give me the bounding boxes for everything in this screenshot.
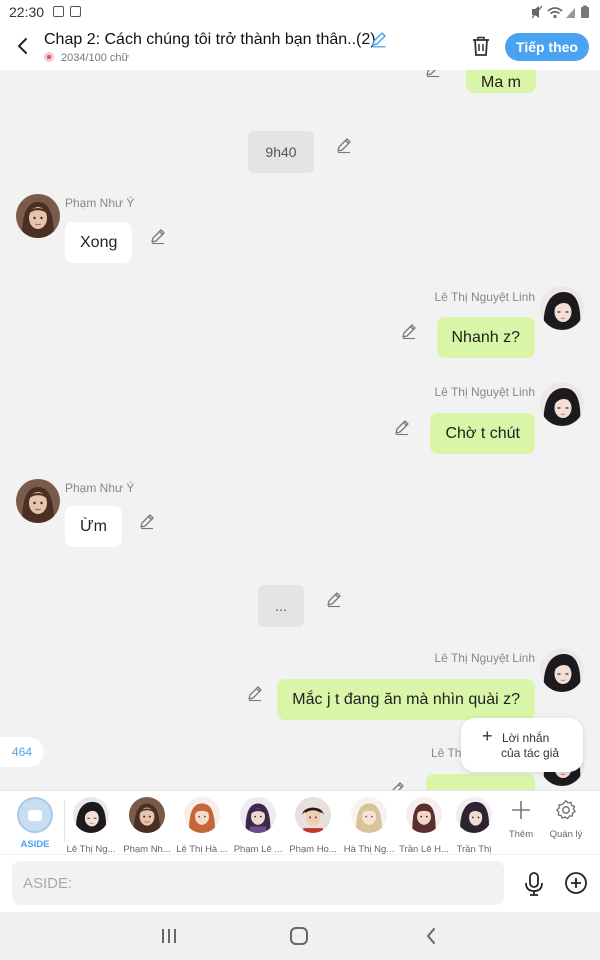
message-bubble[interactable] bbox=[426, 774, 535, 790]
character-label: Trần Thị bbox=[456, 844, 492, 855]
gear-icon bbox=[556, 800, 576, 820]
character-label: Hà Thị Ng... bbox=[343, 844, 395, 855]
status-indicators-icon bbox=[531, 5, 589, 19]
avatar bbox=[456, 797, 492, 833]
edit-message-pencil-icon[interactable] bbox=[393, 418, 411, 436]
edit-message-pencil-icon[interactable] bbox=[149, 227, 167, 245]
character-tran-thi[interactable]: Trần Thị bbox=[446, 797, 502, 855]
character-label: Phạm Nh... bbox=[123, 844, 171, 855]
author-note-line2: của tác giả bbox=[501, 746, 560, 760]
add-label: Thêm bbox=[508, 829, 534, 840]
manage-label: Quản lý bbox=[549, 829, 583, 840]
edit-message-pencil-icon[interactable] bbox=[335, 136, 353, 154]
edit-message-pencil-icon[interactable] bbox=[325, 590, 343, 608]
avatar-pham-nhu-y[interactable] bbox=[16, 194, 60, 238]
character-ha-thi-ng[interactable]: Hà Thị Ng... bbox=[341, 797, 397, 855]
character-label: ASIDE bbox=[20, 839, 50, 850]
avatar bbox=[129, 797, 165, 833]
edit-message-pencil-icon[interactable] bbox=[400, 322, 418, 340]
avatar bbox=[240, 797, 276, 833]
message-bubble[interactable]: Nhanh z? bbox=[436, 317, 535, 358]
recents-icon[interactable] bbox=[160, 928, 178, 944]
word-count-text: 2034/100 chữ bbox=[61, 52, 129, 64]
avatar bbox=[184, 797, 220, 833]
avatar-le-thi-nguyet-linh[interactable] bbox=[540, 286, 584, 330]
next-button[interactable]: Tiếp theo bbox=[505, 33, 589, 61]
manage-button[interactable]: Quản lý bbox=[546, 799, 586, 840]
avatar-le-thi-nguyet-linh[interactable] bbox=[540, 648, 584, 692]
sender-name: Phạm Như Ý bbox=[65, 196, 135, 210]
character-aside[interactable]: ASIDE bbox=[7, 797, 63, 850]
back-arrow-icon[interactable] bbox=[10, 32, 36, 60]
avatar bbox=[295, 797, 331, 833]
avatar bbox=[351, 797, 387, 833]
sender-name: Phạm Như Ý bbox=[65, 481, 135, 495]
character-tran-le-h[interactable]: Trần Lê H... bbox=[396, 797, 452, 855]
edit-message-pencil-icon[interactable] bbox=[246, 684, 264, 702]
message-count-badge[interactable]: 464 bbox=[0, 737, 44, 767]
character-pham-ho[interactable]: Phạm Ho... bbox=[285, 797, 341, 855]
sender-name: Lê Thị Nguyệt Linh bbox=[434, 385, 535, 399]
message-bubble[interactable]: Xong bbox=[65, 222, 133, 263]
ellipsis-bubble[interactable]: ... bbox=[258, 585, 304, 627]
character-pham-nh[interactable]: Phạm Nh... bbox=[119, 797, 175, 855]
plus-circle-icon[interactable] bbox=[564, 871, 588, 895]
system-navigation-bar bbox=[0, 912, 600, 960]
word-count: 2034/100 chữ bbox=[44, 52, 129, 64]
nav-back-icon[interactable] bbox=[424, 926, 438, 946]
app-notification-icon bbox=[70, 6, 81, 17]
trash-icon[interactable] bbox=[470, 35, 492, 57]
sender-name: Lê Thị Nguyệt Linh bbox=[434, 651, 535, 665]
author-note-button[interactable]: + Lời nhắn của tác giả bbox=[461, 718, 583, 772]
edit-message-pencil-icon[interactable] bbox=[138, 512, 156, 530]
avatar bbox=[73, 797, 109, 833]
time-marker-bubble[interactable]: 9h40 bbox=[248, 131, 314, 173]
edit-title-pencil-icon[interactable] bbox=[370, 30, 388, 48]
character-pham-le[interactable]: Phạm Lê ... bbox=[230, 797, 286, 855]
avatar-pham-nhu-y[interactable] bbox=[16, 479, 60, 523]
author-note-line1: Lời nhắn bbox=[502, 731, 550, 745]
app-header: Chap 2: Cách chúng tôi trở thành bạn thâ… bbox=[0, 24, 600, 70]
status-time: 22:30 bbox=[9, 4, 45, 20]
character-label: Lê Thị Ng... bbox=[66, 844, 116, 855]
edit-message-pencil-icon[interactable] bbox=[424, 70, 442, 78]
avatar-le-thi-nguyet-linh[interactable] bbox=[540, 382, 584, 426]
plus-icon: + bbox=[482, 726, 493, 746]
message-text: Mắc j t đang ăn mà nhìn quài z? bbox=[292, 691, 520, 708]
character-le-thi-ng[interactable]: Lê Thị Ng... bbox=[63, 797, 119, 855]
edit-message-pencil-icon[interactable] bbox=[388, 780, 406, 790]
character-label: Phạm Ho... bbox=[289, 844, 337, 855]
status-bar: 22:30 bbox=[0, 0, 600, 24]
plus-icon bbox=[512, 801, 530, 819]
aside-avatar-icon bbox=[17, 797, 53, 833]
character-selector-bar: ASIDE Lê Thị Ng... Phạm Nh... Lê Thị Hà … bbox=[0, 790, 600, 855]
message-bubble[interactable]: Mắc j t đang ăn mà nhìn quài z? bbox=[277, 679, 535, 720]
character-label: Lê Thị Hà ... bbox=[176, 844, 228, 855]
compose-bar bbox=[0, 855, 600, 912]
gallery-notification-icon bbox=[53, 6, 64, 17]
message-bubble[interactable]: Chờ t chút bbox=[430, 413, 535, 454]
sender-name: Lê Th bbox=[431, 746, 462, 760]
avatar bbox=[406, 797, 442, 833]
aside-input[interactable] bbox=[12, 861, 504, 905]
chapter-title[interactable]: Chap 2: Cách chúng tôi trở thành bạn thâ… bbox=[44, 31, 376, 49]
home-icon[interactable] bbox=[290, 927, 308, 945]
add-character-button[interactable]: Thêm bbox=[501, 799, 541, 840]
character-label: Phạm Lê ... bbox=[233, 844, 283, 855]
microphone-icon[interactable] bbox=[522, 871, 546, 897]
record-dot-icon bbox=[44, 52, 54, 62]
message-bubble[interactable]: Ừm bbox=[65, 506, 122, 547]
message-bubble[interactable]: Ma m bbox=[466, 70, 536, 93]
chat-area[interactable]: Ma m 9h40 Phạm Như Ý Xong Lê Thị Nguyệt … bbox=[0, 70, 600, 790]
sender-name: Lê Thị Nguyệt Linh bbox=[434, 290, 535, 304]
character-le-thi-ha[interactable]: Lê Thị Hà ... bbox=[174, 797, 230, 855]
character-label: Trần Lê H... bbox=[399, 844, 449, 855]
